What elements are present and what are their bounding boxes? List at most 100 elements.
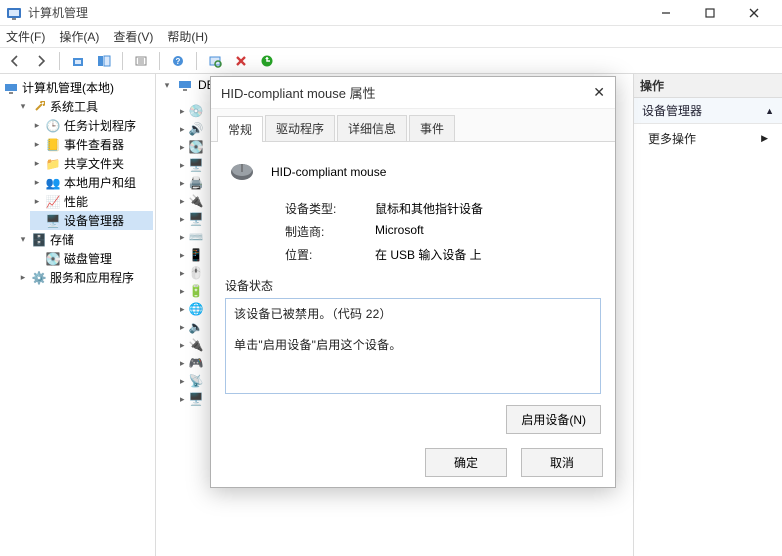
tab-driver[interactable]: 驱动程序 bbox=[265, 115, 335, 141]
collapse-icon[interactable]: ▾ bbox=[18, 102, 28, 112]
expand-icon[interactable]: ▸ bbox=[32, 197, 42, 207]
properties-button[interactable] bbox=[130, 50, 152, 72]
forward-button[interactable] bbox=[30, 50, 52, 72]
maximize-button[interactable] bbox=[688, 0, 732, 26]
device-category[interactable]: ▸🔊 bbox=[180, 120, 206, 138]
expand-icon[interactable]: ▸ bbox=[180, 232, 185, 243]
device-category[interactable]: ▸🔋 bbox=[180, 282, 206, 300]
tree-storage[interactable]: ▾ 🗄️ 存储 bbox=[16, 230, 153, 249]
expand-icon[interactable]: ▸ bbox=[180, 106, 185, 117]
separator bbox=[59, 52, 60, 70]
expand-icon[interactable]: ▸ bbox=[180, 214, 185, 225]
device-category[interactable]: ▸🖱️ bbox=[180, 264, 206, 282]
tree-performance[interactable]: ▸ 📈 性能 bbox=[30, 192, 153, 211]
computer-icon bbox=[178, 78, 192, 92]
back-button[interactable] bbox=[4, 50, 26, 72]
tree-task-scheduler[interactable]: ▸🕒任务计划程序 bbox=[30, 116, 153, 135]
expand-icon[interactable]: ▸ bbox=[180, 286, 185, 297]
device-status-label: 设备状态 bbox=[225, 277, 601, 294]
tree-services[interactable]: ▸⚙️服务和应用程序 bbox=[16, 268, 153, 287]
expand-icon[interactable]: ▸ bbox=[180, 358, 185, 369]
expand-icon[interactable]: ▸ bbox=[180, 268, 185, 279]
tree-system-tools[interactable]: ▾ 系统工具 bbox=[16, 97, 153, 116]
cancel-button[interactable]: 取消 bbox=[521, 448, 603, 477]
expand-icon[interactable]: ▸ bbox=[180, 178, 185, 189]
tab-general[interactable]: 常规 bbox=[217, 116, 263, 142]
manufacturer-value: Microsoft bbox=[375, 223, 424, 240]
device-category[interactable]: ▸🖥️ bbox=[180, 210, 206, 228]
minimize-button[interactable] bbox=[644, 0, 688, 26]
tree-device-manager[interactable]: 🖥️设备管理器 bbox=[30, 211, 153, 230]
device-status-text[interactable] bbox=[225, 298, 601, 394]
device-category[interactable]: ▸💽 bbox=[180, 138, 206, 156]
users-icon: 👥 bbox=[46, 176, 60, 190]
scan-hardware-button[interactable] bbox=[204, 50, 226, 72]
perf-icon: 📈 bbox=[46, 195, 60, 209]
close-button[interactable] bbox=[732, 0, 776, 26]
svg-text:?: ? bbox=[176, 57, 181, 66]
titlebar: 计算机管理 bbox=[0, 0, 782, 26]
expand-icon[interactable]: ▸ bbox=[18, 273, 28, 283]
log-icon: 📒 bbox=[46, 138, 60, 152]
device-category[interactable]: ▸🖥️ bbox=[180, 156, 206, 174]
tree-label: 性能 bbox=[64, 193, 88, 210]
device-category[interactable]: ▸🖨️ bbox=[180, 174, 206, 192]
menu-view[interactable]: 查看(V) bbox=[113, 28, 153, 45]
expand-icon[interactable]: ▸ bbox=[32, 178, 42, 188]
device-category[interactable]: ▸🔌 bbox=[180, 336, 206, 354]
expand-icon[interactable]: ▸ bbox=[32, 159, 42, 169]
location-value: 在 USB 输入设备 上 bbox=[375, 246, 482, 263]
tab-details[interactable]: 详细信息 bbox=[337, 115, 407, 141]
device-category[interactable]: ▸⌨️ bbox=[180, 228, 206, 246]
right-pane-section[interactable]: 设备管理器 ▲ bbox=[634, 98, 782, 124]
right-pane-more-actions[interactable]: 更多操作 ▶ bbox=[634, 124, 782, 153]
toolbar: ? bbox=[0, 48, 782, 74]
expand-icon[interactable]: ▸ bbox=[180, 124, 185, 135]
tree-local-users[interactable]: ▸👥本地用户和组 bbox=[30, 173, 153, 192]
collapse-icon[interactable]: ▲ bbox=[765, 106, 774, 116]
expand-icon[interactable]: ▸ bbox=[180, 394, 185, 405]
collapse-icon[interactable]: ▾ bbox=[18, 235, 28, 245]
tab-events[interactable]: 事件 bbox=[409, 115, 455, 141]
expand-icon[interactable]: ▸ bbox=[180, 142, 185, 153]
dialog-footer: 确定 取消 bbox=[425, 448, 603, 477]
tree-event-viewer[interactable]: ▸📒事件查看器 bbox=[30, 135, 153, 154]
expand-icon[interactable]: ▸ bbox=[180, 322, 185, 333]
device-name: HID-compliant mouse bbox=[271, 165, 386, 179]
expand-icon[interactable]: ▸ bbox=[180, 160, 185, 171]
expand-icon[interactable]: ▸ bbox=[180, 376, 185, 387]
collapse-icon[interactable]: ▾ bbox=[162, 80, 172, 90]
expand-icon[interactable]: ▸ bbox=[180, 340, 185, 351]
device-category[interactable]: ▸📡 bbox=[180, 372, 206, 390]
show-hide-tree-button[interactable] bbox=[93, 50, 115, 72]
right-pane: 操作 设备管理器 ▲ 更多操作 ▶ bbox=[634, 74, 782, 556]
device-category[interactable]: ▸🔌 bbox=[180, 192, 206, 210]
enable-device-button[interactable]: 启用设备(N) bbox=[506, 405, 601, 434]
expand-icon[interactable]: ▸ bbox=[32, 140, 42, 150]
expand-icon[interactable]: ▸ bbox=[180, 304, 185, 315]
tree-root[interactable]: 计算机管理(本地) bbox=[2, 78, 153, 97]
device-category[interactable]: ▸🌐 bbox=[180, 300, 206, 318]
expand-icon[interactable]: ▸ bbox=[32, 121, 42, 131]
device-category[interactable]: ▸💿 bbox=[180, 102, 206, 120]
menu-file[interactable]: 文件(F) bbox=[6, 28, 45, 45]
storage-icon: 🗄️ bbox=[32, 233, 46, 247]
expand-icon[interactable]: ▸ bbox=[180, 250, 185, 261]
device-category[interactable]: ▸📱 bbox=[180, 246, 206, 264]
uninstall-device-button[interactable] bbox=[230, 50, 252, 72]
tree-shared-folders[interactable]: ▸📁共享文件夹 bbox=[30, 154, 153, 173]
enable-device-button[interactable] bbox=[256, 50, 278, 72]
help-button[interactable]: ? bbox=[167, 50, 189, 72]
ok-button[interactable]: 确定 bbox=[425, 448, 507, 477]
menu-action[interactable]: 操作(A) bbox=[59, 28, 99, 45]
device-category[interactable]: ▸🔈 bbox=[180, 318, 206, 336]
device-category[interactable]: ▸🎮 bbox=[180, 354, 206, 372]
tree-disk-mgmt[interactable]: 💽磁盘管理 bbox=[30, 249, 153, 268]
menubar: 文件(F) 操作(A) 查看(V) 帮助(H) bbox=[0, 26, 782, 48]
expand-icon[interactable]: ▸ bbox=[180, 196, 185, 207]
device-category[interactable]: ▸🖥️ bbox=[180, 390, 206, 408]
up-button[interactable] bbox=[67, 50, 89, 72]
menu-help[interactable]: 帮助(H) bbox=[167, 28, 208, 45]
dialog-tabs: 常规 驱动程序 详细信息 事件 bbox=[211, 109, 615, 142]
dialog-close-button[interactable]: ✕ bbox=[593, 84, 605, 101]
